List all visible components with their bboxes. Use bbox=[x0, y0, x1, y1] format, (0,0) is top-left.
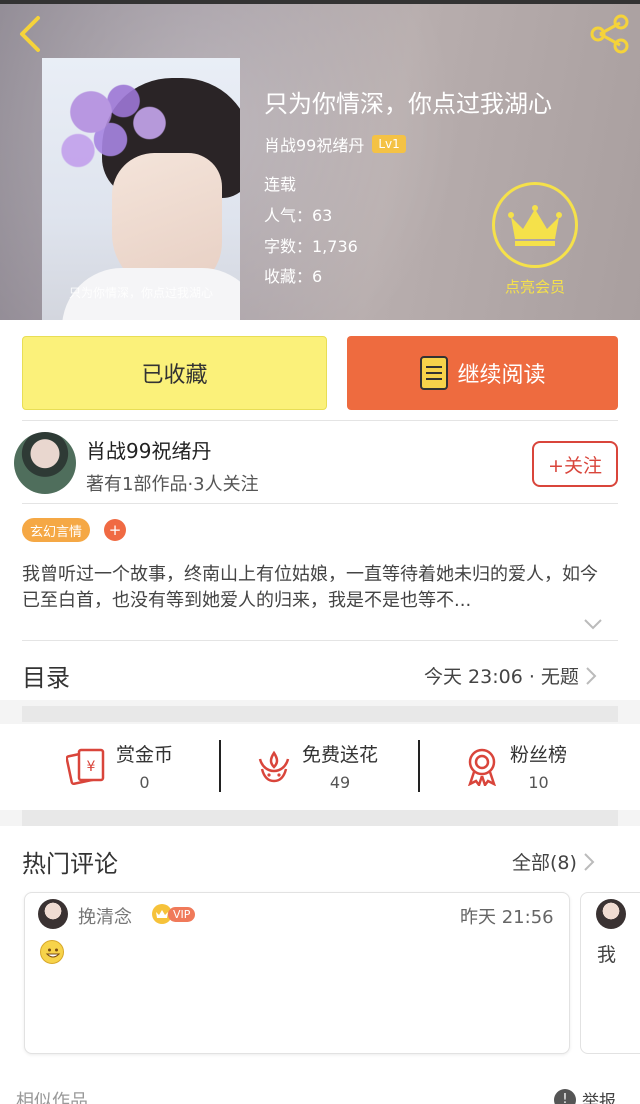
book-popularity: 人气：63 bbox=[264, 206, 333, 225]
divider bbox=[418, 740, 420, 792]
collected-button[interactable]: 已收藏 bbox=[22, 336, 327, 410]
report-button[interactable]: ! 举报 bbox=[554, 1087, 616, 1104]
author-meta: 著有1部作品·3人关注 bbox=[86, 474, 259, 495]
info-icon: ! bbox=[554, 1088, 576, 1104]
author-avatar[interactable] bbox=[14, 432, 76, 494]
divider bbox=[219, 740, 221, 792]
book-favorites: 收藏：6 bbox=[264, 267, 323, 286]
chevron-down-icon bbox=[584, 619, 602, 630]
reward-coins-button[interactable]: ¥ 赏金币 0 bbox=[66, 740, 173, 792]
add-tag-button[interactable]: + bbox=[104, 519, 126, 541]
toc-latest-chapter[interactable]: 今天 23:06 · 无题 bbox=[424, 662, 597, 689]
membership-label: 点亮会员 bbox=[504, 278, 565, 296]
flower-icon bbox=[258, 750, 290, 783]
chevron-right-icon bbox=[584, 852, 595, 871]
divider bbox=[22, 503, 618, 504]
comment-text: 我 bbox=[597, 944, 617, 966]
continue-reading-button[interactable]: 继续阅读 bbox=[347, 336, 618, 410]
author-name-header[interactable]: 肖战99祝绪丹 bbox=[264, 132, 364, 156]
commenter-avatar[interactable] bbox=[38, 899, 68, 929]
expand-synopsis-button[interactable] bbox=[583, 616, 603, 630]
commenter-avatar[interactable] bbox=[596, 899, 626, 929]
book-cover[interactable]: 只为你情深，你点过我湖心 bbox=[42, 58, 240, 320]
fan-ranking-button[interactable]: 粉丝榜 10 bbox=[464, 740, 567, 792]
medal-icon bbox=[468, 748, 496, 786]
red-envelope-icon: ¥ bbox=[66, 748, 105, 785]
book-icon bbox=[420, 356, 449, 390]
status-bar-edge bbox=[0, 0, 640, 4]
book-header: 只为你情深，你点过我湖心 只为你情深，你点过我湖心 肖战99祝绪丹 Lv1 连载… bbox=[0, 0, 640, 320]
genre-tag[interactable]: 玄幻言情 bbox=[22, 518, 91, 542]
author-line: 肖战99祝绪丹 Lv1 bbox=[264, 132, 406, 156]
latest-chapter-text: 今天 23:06 · 无题 bbox=[424, 666, 579, 688]
crown-circle bbox=[492, 182, 578, 268]
share-button[interactable] bbox=[588, 14, 632, 54]
all-comments-label: 全部(8) bbox=[512, 852, 577, 874]
reward-coins-label: 赏金币 bbox=[116, 744, 174, 766]
crown-icon bbox=[508, 205, 562, 246]
send-flowers-value: 49 bbox=[329, 773, 351, 792]
cover-caption: 只为你情深，你点过我湖心 bbox=[68, 286, 213, 300]
vip-label: VIP bbox=[168, 906, 196, 922]
comment-time: 昨天 21:56 bbox=[460, 907, 554, 928]
synopsis-text[interactable]: 我曾听过一个故事，终南山上有位姑娘，一直等待着她未归的爱人，如今已至白首，也没有… bbox=[22, 562, 612, 614]
share-icon bbox=[590, 14, 629, 54]
book-word-count: 字数：1,736 bbox=[264, 237, 358, 256]
similar-works-title: 相似作品 bbox=[16, 1091, 88, 1104]
toc-label[interactable]: 目录 bbox=[22, 658, 70, 693]
hot-comments-title: 热门评论 bbox=[22, 850, 118, 878]
send-flowers-label: 免费送花 bbox=[302, 744, 379, 766]
commenter-name[interactable]: 挽清念 bbox=[78, 903, 132, 929]
section-gap bbox=[22, 706, 618, 722]
report-label: 举报 bbox=[582, 1092, 616, 1104]
author-name[interactable]: 肖战99祝绪丹 bbox=[86, 435, 211, 464]
section-gap bbox=[22, 810, 618, 826]
send-flowers-button[interactable]: 免费送花 49 bbox=[256, 740, 378, 792]
back-button[interactable] bbox=[12, 12, 52, 56]
continue-reading-label: 继续阅读 bbox=[457, 363, 546, 388]
chevron-left-icon bbox=[20, 16, 40, 52]
chevron-right-icon bbox=[586, 666, 597, 685]
book-status: 连载 bbox=[264, 175, 297, 194]
divider bbox=[22, 420, 618, 421]
membership-button[interactable]: 点亮会员 bbox=[490, 182, 580, 302]
fan-ranking-value: 10 bbox=[528, 773, 549, 792]
divider bbox=[22, 640, 618, 641]
svg-text:¥: ¥ bbox=[87, 759, 96, 775]
follow-button[interactable]: +关注 bbox=[532, 441, 618, 487]
book-title: 只为你情深，你点过我湖心 bbox=[264, 90, 552, 118]
vip-badge: VIP bbox=[152, 904, 196, 924]
level-badge: Lv1 bbox=[372, 135, 406, 153]
all-comments-link[interactable]: 全部(8) bbox=[512, 848, 595, 875]
reward-coins-value: 0 bbox=[139, 773, 150, 792]
grin-emoji-icon bbox=[40, 940, 64, 964]
fan-ranking-label: 粉丝榜 bbox=[510, 744, 568, 766]
cover-art-flowers bbox=[52, 68, 182, 178]
